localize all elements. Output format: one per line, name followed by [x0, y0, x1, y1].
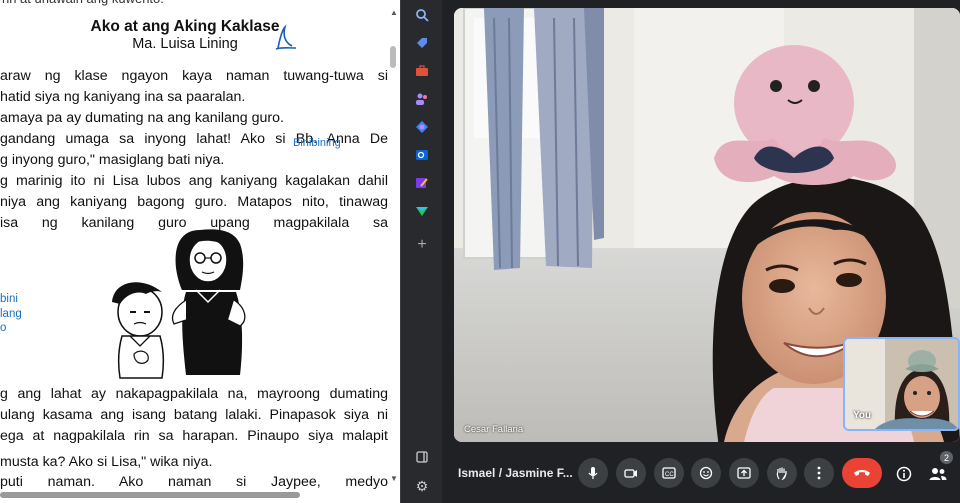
meeting-details-icon[interactable]: [895, 465, 913, 483]
send-icon[interactable]: [413, 202, 431, 220]
search-icon[interactable]: [413, 6, 431, 24]
more-vert-icon: [817, 466, 821, 480]
emoji-icon: [699, 466, 713, 480]
margin-note: bini: [0, 293, 18, 305]
microphone-button[interactable]: [578, 458, 608, 488]
captions-icon: CC: [662, 467, 676, 479]
camera-button[interactable]: [616, 458, 646, 488]
add-icon[interactable]: +: [413, 236, 431, 254]
people-icon[interactable]: [413, 90, 431, 108]
copilot-icon[interactable]: [413, 118, 431, 136]
self-label: You: [853, 410, 872, 421]
emoji-button[interactable]: [691, 458, 721, 488]
camera-icon: [624, 469, 637, 478]
microphone-icon: [588, 467, 598, 479]
doc-vertical-scrollbar[interactable]: ▲ ▼: [390, 8, 398, 488]
doc-line: g ang lahat ay nakapagpakilala na, mayro…: [0, 386, 388, 402]
annotation-binibining: Binibining: [293, 137, 341, 149]
doc-top-fragment: rin at unawain ang kuwento.: [2, 0, 390, 10]
main-participant-name: Cesar Fallaria: [464, 424, 524, 435]
edit-icon[interactable]: [413, 174, 431, 192]
doc-line: ulang kasama ang isang batang lalaki. Pi…: [0, 407, 388, 423]
settings-icon[interactable]: ⚙: [413, 477, 431, 495]
doc-line: amaya pa ay dumating na ang kanilang gur…: [0, 110, 284, 126]
scroll-thumb[interactable]: [390, 46, 396, 68]
scroll-up-icon[interactable]: ▲: [390, 8, 398, 17]
meeting-name: Ismael / Jasmine F...: [458, 466, 573, 480]
scroll-down-icon[interactable]: ▼: [390, 474, 398, 483]
doc-line: g marinig ito ni Lisa lubos ang kaniyang…: [0, 173, 388, 189]
svg-text:CC: CC: [665, 472, 674, 478]
story-illustration: [112, 229, 246, 379]
doc-line: g inyong guro," masiglang bati niya.: [0, 152, 225, 168]
captions-button[interactable]: CC: [654, 458, 684, 488]
raise-hand-icon: [776, 467, 787, 480]
ink-signature-icon: [275, 24, 297, 50]
outlook-icon[interactable]: [413, 146, 431, 164]
toolbox-icon[interactable]: [413, 62, 431, 80]
scroll-thumb[interactable]: [0, 492, 300, 498]
self-view-tile[interactable]: You: [843, 337, 960, 431]
doc-line: musta ka? Ako si Lisa," wika niya.: [0, 454, 213, 470]
end-call-icon: [854, 470, 870, 476]
margin-note: o: [0, 322, 7, 334]
doc-horizontal-scrollbar[interactable]: [0, 491, 390, 499]
tag-icon[interactable]: [413, 34, 431, 52]
panel-icon[interactable]: [413, 448, 431, 466]
participant-count-badge: 2: [940, 451, 953, 464]
app-sidebar: + ⚙: [400, 0, 443, 503]
doc-line: hatid siya ng kaniyang ina sa paaralan.: [0, 89, 246, 105]
margin-note: lang: [0, 308, 22, 320]
doc-line: niya ang kaniyang bagong guro. Matapos n…: [0, 194, 388, 210]
doc-line: araw ng klase ngayon kaya naman tuwang-t…: [0, 68, 388, 84]
raise-hand-button[interactable]: [767, 458, 797, 488]
participants-icon[interactable]: [928, 465, 948, 483]
present-screen-button[interactable]: [729, 458, 759, 488]
present-screen-icon: [737, 467, 751, 479]
doc-line: ega at nagpakilala rin sa harapan. Pinau…: [0, 428, 388, 444]
leave-call-button[interactable]: [842, 458, 882, 488]
more-options-button[interactable]: [804, 458, 834, 488]
document-pane[interactable]: rin at unawain ang kuwento. Ako at ang A…: [0, 0, 400, 503]
